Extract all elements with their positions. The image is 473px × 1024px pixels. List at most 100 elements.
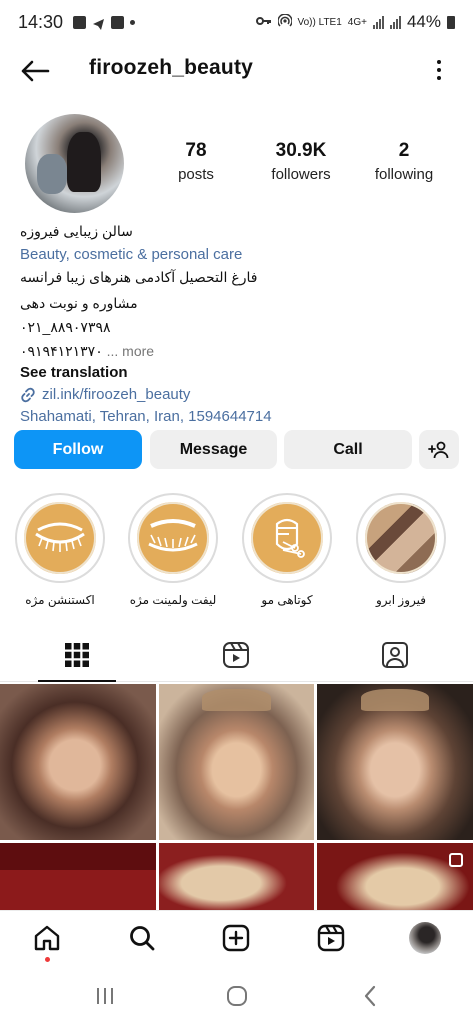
profile-avatar[interactable] [25,114,124,213]
notification-icons [73,15,136,30]
bio-address[interactable]: Shahamati, Tehran, Iran, 1594644714 [20,406,460,428]
home-button[interactable] [222,982,252,1010]
profile-username: firoozeh_beauty [89,56,254,79]
hotspot-icon [276,12,293,31]
nav-reels[interactable] [314,921,348,955]
tab-tagged[interactable] [375,638,415,672]
bio-line-4-row: ۰۹۱۹۴۱۲۱۳۷۰ ... more [20,340,460,362]
followers-count: 30.9K [275,140,327,161]
battery-icon [447,15,455,29]
system-navigation-bar [0,968,473,1024]
network-type: 4G+ [347,16,367,28]
bio-line-4: ۰۹۱۹۴۱۲۱۳۷۰ [20,343,103,359]
post-grid [0,684,473,910]
active-tab-indicator [38,680,116,682]
bio-line-1: فارغ التحصیل آکادمی هنرهای زیبا فرانسه [20,269,258,285]
nav-home[interactable] [30,921,64,955]
eyelash-lift-icon [135,500,211,576]
highlight-label: فیروز ابرو [376,593,426,607]
followers-label: followers [271,166,331,183]
highlight-item[interactable]: کوتاهی مو [241,493,333,607]
system-back-button[interactable] [355,982,385,1010]
following-count: 2 [398,140,410,161]
person-plus-icon [428,441,449,458]
profile-tabs [0,630,473,682]
story-highlights: اکستنشن مژه لیفت ولمینت مژه کوتاهی مو فی… [0,493,473,613]
network-label: Vo)) LTE1 [297,16,342,28]
more-options-button[interactable] [429,56,449,84]
bio-link-row[interactable]: zil.ink/firoozeh_beauty [20,384,460,406]
nav-search[interactable] [125,921,159,955]
profile-actions: Follow Message Call [14,430,459,470]
tagged-person-icon [382,642,408,668]
link-icon [21,387,35,403]
highlight-ring [15,493,105,583]
highlight-label: اکستنشن مژه [25,593,95,607]
home-notification-dot [45,957,50,962]
arrow-left-icon [21,60,50,82]
post-thumbnail[interactable] [159,684,314,840]
profile-header: firoozeh_beauty [0,48,473,92]
signal-icon-2 [389,15,401,29]
call-button[interactable]: Call [284,430,412,469]
bottom-navigation [0,910,473,968]
status-time: 14:30 [18,11,64,32]
key-icon [255,16,272,29]
posts-label: posts [178,166,214,183]
highlight-item[interactable]: فیروز ابرو [355,493,447,607]
status-right: Vo)) LTE1 4G+ 44% [255,12,455,32]
post-thumbnail[interactable] [0,684,156,840]
battery-percent: 44% [406,12,441,31]
stat-posts[interactable]: 78 posts [160,140,232,183]
post-thumbnail[interactable] [317,684,473,840]
follow-button[interactable]: Follow [14,430,142,469]
nav-create[interactable] [219,921,253,955]
telegram-icon [92,16,105,30]
highlight-item[interactable]: لیفت ولمینت مژه [127,493,219,607]
search-icon [130,926,155,951]
highlight-label: کوتاهی مو [261,593,313,607]
following-label: following [374,166,434,183]
more-notifications-icon [130,19,136,25]
recent-apps-button[interactable] [90,982,120,1010]
highlight-ring [242,493,332,583]
multi-post-icon [449,853,463,867]
linkedin-icon [111,15,125,29]
bio-category[interactable]: Beauty, cosmetic & personal care [20,244,460,266]
post-thumbnail[interactable] [0,843,156,910]
add-user-button[interactable] [419,430,459,469]
haircut-icon [249,500,325,576]
stat-followers[interactable]: 30.9K followers [262,140,340,183]
nav-profile[interactable] [408,921,442,955]
plus-square-icon [222,924,250,952]
bio-link[interactable]: zil.ink/firoozeh_beauty [42,384,190,406]
tab-grid[interactable] [57,638,97,672]
post-thumbnail[interactable] [159,843,314,910]
reels-icon [317,924,345,952]
reels-icon [223,642,249,668]
highlight-ring [128,493,218,583]
eyebrow-photo [363,500,439,576]
signal-icon [372,15,384,29]
tab-reels[interactable] [216,638,256,672]
highlight-item[interactable]: اکستنشن مژه [14,493,106,607]
grid-icon [65,643,89,667]
back-button[interactable] [18,54,52,88]
eyelash-extension-icon [22,500,98,576]
bio-line-3: ۰۲۱_۸۸۹۰۷۳۹۸ [20,319,111,335]
bio-name: سالن زیبایی فیروزه [20,223,133,239]
highlight-ring [356,493,446,583]
bio-line-2: مشاوره و نوبت دهی [20,295,138,311]
home-circle-icon [227,986,247,1006]
post-thumbnail[interactable] [317,843,473,910]
profile-bio: سالن زیبایی فیروزه Beauty, cosmetic & pe… [20,218,460,428]
home-icon [34,925,60,951]
gallery-icon [73,15,87,29]
message-button[interactable]: Message [150,430,277,469]
bio-more-link[interactable]: ... more [107,343,154,359]
stat-following[interactable]: 2 following [366,140,442,183]
more-vertical-icon [437,60,441,64]
see-translation-link[interactable]: See translation [20,362,460,384]
profile-avatar [409,922,441,954]
status-bar: 14:30 Vo)) LTE1 4G+ 44% [0,0,473,44]
